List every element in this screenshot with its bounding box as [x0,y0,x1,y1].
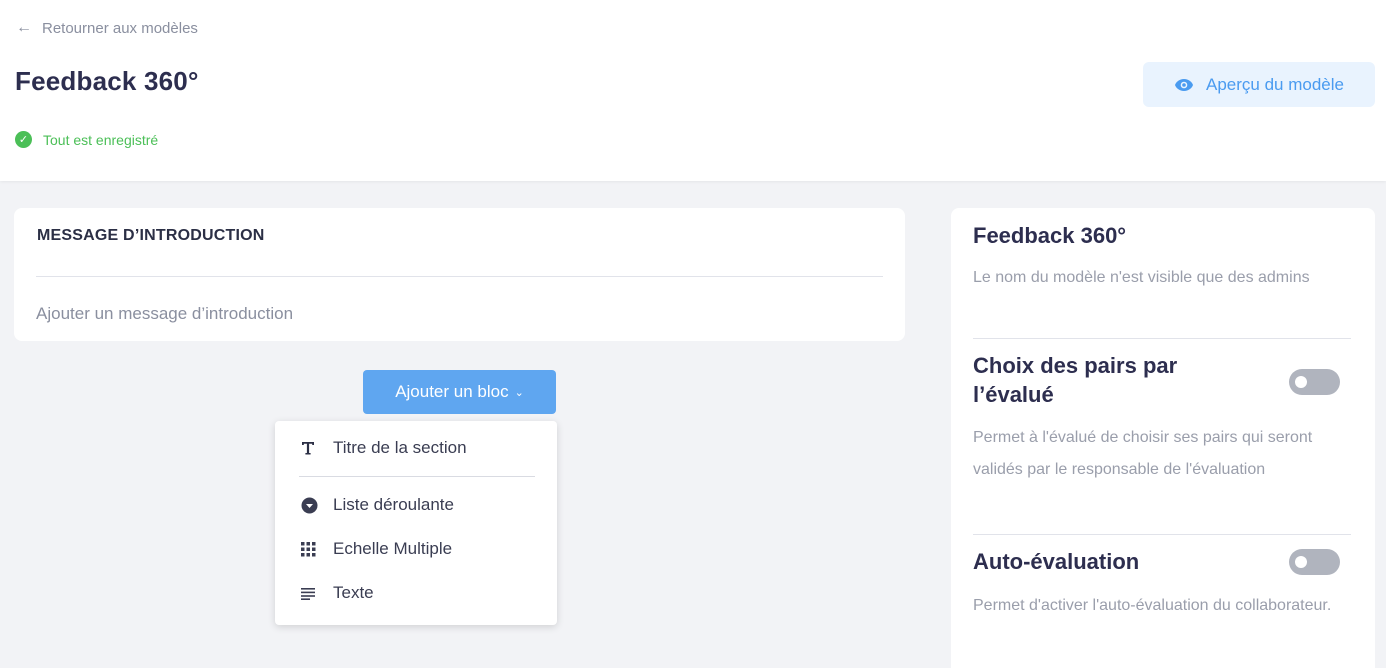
chevron-down-icon: ⌄ [514,386,524,399]
text-t-icon [301,441,321,455]
intro-message-input[interactable] [36,304,882,324]
peer-choice-toggle[interactable] [1289,369,1340,395]
menu-divider [299,476,535,477]
peer-choice-label: Choix des pairs par l’évalué [973,353,1178,407]
template-name-hint: Le nom du modèle n'est visible que des a… [973,269,1310,286]
toggle-knob [1295,376,1307,388]
template-settings-panel: Feedback 360° Le nom du modèle n'est vis… [951,208,1375,668]
divider [973,338,1351,339]
menu-item-section-title[interactable]: Titre de la section [301,438,467,458]
check-circle-icon: ✓ [15,131,32,148]
dropdown-circle-icon [301,497,321,514]
menu-item-multiple-scale[interactable]: Echelle Multiple [301,539,452,559]
menu-item-text[interactable]: Texte [301,583,374,603]
text-lines-icon [301,587,321,600]
self-evaluation-description: Permet d'activer l'auto-évaluation du co… [973,597,1332,614]
divider [973,534,1351,535]
page-title: Feedback 360° [15,66,199,96]
self-evaluation-label: Auto-évaluation [973,549,1140,574]
intro-message-card: MESSAGE D’INTRODUCTION [14,208,905,341]
preview-button-label: Aperçu du modèle [1206,74,1344,94]
menu-item-label: Liste déroulante [333,495,454,514]
add-block-button[interactable]: Ajouter un bloc ⌄ [363,370,556,414]
menu-item-label: Titre de la section [333,438,467,457]
save-status: ✓ Tout est enregistré [15,131,158,148]
template-name[interactable]: Feedback 360° [973,223,1126,249]
add-block-label: Ajouter un bloc [395,382,509,401]
back-to-templates-link[interactable]: ← Retourner aux modèles [16,19,198,37]
self-evaluation-toggle[interactable] [1289,549,1340,575]
grid-icon [301,541,321,557]
page-header: ← Retourner aux modèles Feedback 360° ✓ … [0,0,1386,181]
divider [36,276,883,277]
peer-choice-description: Permet à l'évalué de choisir ses pairs q… [973,429,1313,478]
menu-item-label: Echelle Multiple [333,539,453,558]
menu-item-dropdown-list[interactable]: Liste déroulante [301,495,454,515]
back-link-label: Retourner aux modèles [42,19,198,37]
intro-card-title: MESSAGE D’INTRODUCTION [37,227,265,244]
eye-icon [1175,78,1193,91]
preview-template-button[interactable]: Aperçu du modèle [1143,62,1375,107]
toggle-knob [1295,556,1307,568]
add-block-menu: Titre de la section Liste déroulante Ech… [275,421,557,625]
save-status-label: Tout est enregistré [43,131,159,148]
menu-item-label: Texte [333,583,374,602]
arrow-left-icon: ← [16,19,32,36]
